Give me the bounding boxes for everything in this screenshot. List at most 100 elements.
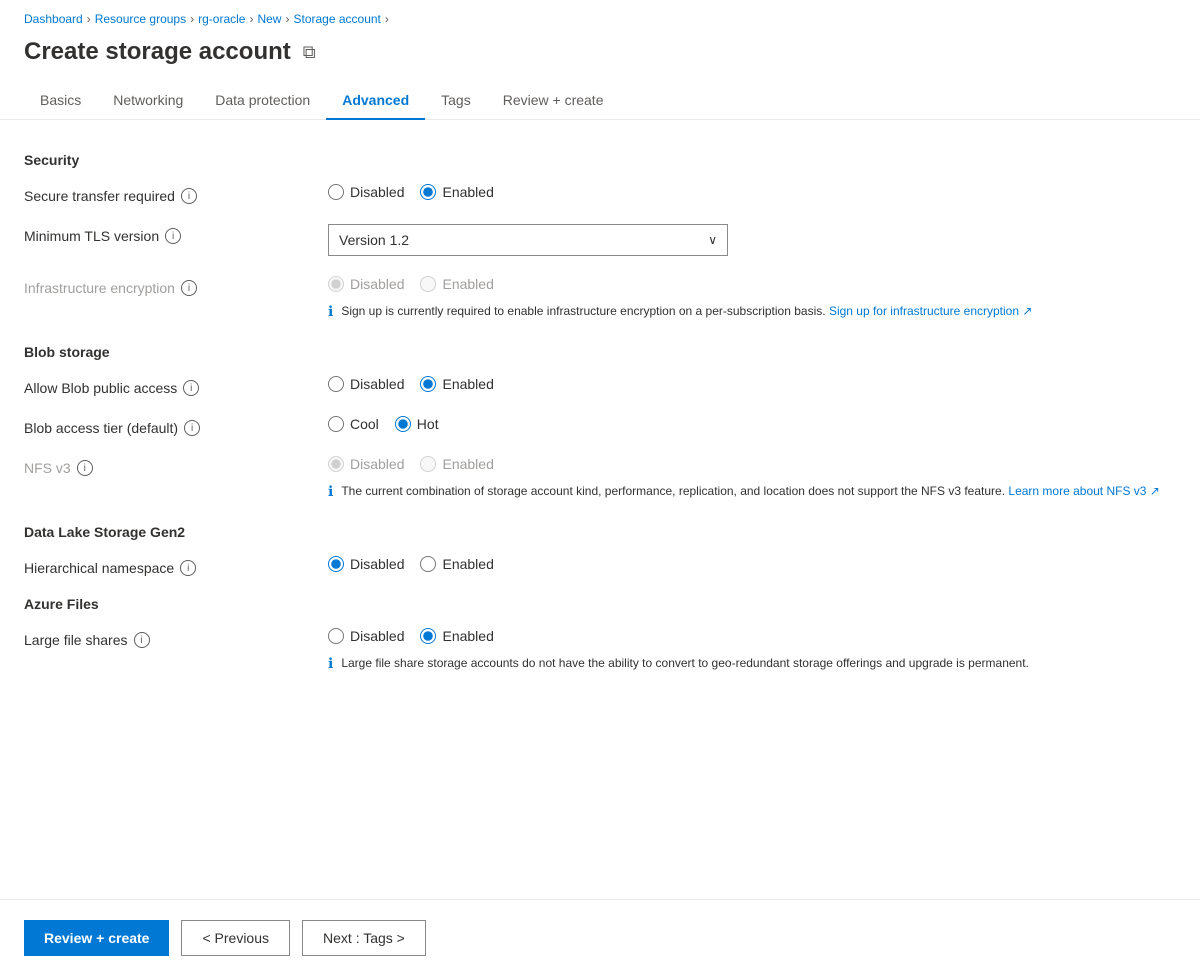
infra-encryption-enabled-radio[interactable] <box>420 276 436 292</box>
page-title: Create storage account <box>24 38 291 66</box>
secure-transfer-enabled-option[interactable]: Enabled <box>420 184 493 200</box>
security-section: Security Secure transfer required i Disa… <box>24 152 1176 324</box>
infra-encryption-signup-link[interactable]: Sign up for infrastructure encryption ↗ <box>829 304 1032 318</box>
infra-encryption-label: Infrastructure encryption i <box>24 276 304 296</box>
secure-transfer-disabled-option[interactable]: Disabled <box>328 184 404 200</box>
tab-review-create[interactable]: Review + create <box>487 82 620 120</box>
blob-access-tier-hot-option[interactable]: Hot <box>395 416 439 432</box>
blob-access-tier-cool-option[interactable]: Cool <box>328 416 379 432</box>
large-file-shares-msg-text: Large file share storage accounts do not… <box>341 656 1029 670</box>
blob-access-tier-control: Cool Hot <box>328 416 1176 432</box>
data-lake-section-title: Data Lake Storage Gen2 <box>24 524 1176 540</box>
blob-public-access-disabled-radio[interactable] <box>328 376 344 392</box>
large-file-shares-disabled-option[interactable]: Disabled <box>328 628 404 644</box>
page-wrapper: Dashboard › Resource groups › rg-oracle … <box>0 0 1200 976</box>
infra-encryption-disabled-option[interactable]: Disabled <box>328 276 404 292</box>
data-lake-section: Data Lake Storage Gen2 Hierarchical name… <box>24 524 1176 576</box>
min-tls-control: Version 1.2 ∨ <box>328 224 1176 256</box>
breadcrumb-new[interactable]: New <box>257 12 281 26</box>
next-button[interactable]: Next : Tags > <box>302 920 426 956</box>
tab-tags[interactable]: Tags <box>425 82 487 120</box>
min-tls-dropdown-value: Version 1.2 <box>339 232 409 248</box>
hierarchical-namespace-enabled-option[interactable]: Enabled <box>420 556 493 572</box>
nfs-v3-info-icon[interactable]: i <box>77 460 93 476</box>
nfs-v3-radio-group: Disabled Enabled <box>328 456 1160 472</box>
nfs-v3-label: NFS v3 i <box>24 456 304 476</box>
blob-public-access-info-icon[interactable]: i <box>183 380 199 396</box>
breadcrumb-resource-groups[interactable]: Resource groups <box>95 12 186 26</box>
large-file-shares-enabled-option[interactable]: Enabled <box>420 628 493 644</box>
previous-button[interactable]: < Previous <box>181 920 290 956</box>
nfs-v3-disabled-option[interactable]: Disabled <box>328 456 404 472</box>
nfs-v3-control: Disabled Enabled ℹ The current combinati… <box>328 456 1160 504</box>
large-file-shares-info-message: ℹ Large file share storage accounts do n… <box>328 654 1029 672</box>
blob-public-access-enabled-option[interactable]: Enabled <box>420 376 493 392</box>
min-tls-row: Minimum TLS version i Version 1.2 ∨ <box>24 224 1176 256</box>
info-circle-icon-nfs: ℹ <box>328 483 333 500</box>
secure-transfer-label: Secure transfer required i <box>24 184 304 204</box>
nfs-v3-enabled-option[interactable]: Enabled <box>420 456 493 472</box>
tab-networking[interactable]: Networking <box>97 82 199 120</box>
min-tls-label: Minimum TLS version i <box>24 224 304 244</box>
hierarchical-namespace-info-icon[interactable]: i <box>180 560 196 576</box>
secure-transfer-info-icon[interactable]: i <box>181 188 197 204</box>
nfs-v3-info-message: ℹ The current combination of storage acc… <box>328 482 1160 500</box>
large-file-shares-disabled-radio[interactable] <box>328 628 344 644</box>
breadcrumb-dashboard[interactable]: Dashboard <box>24 12 83 26</box>
blob-public-access-enabled-radio[interactable] <box>420 376 436 392</box>
large-file-shares-radio-group: Disabled Enabled <box>328 628 1029 644</box>
nfs-v3-msg-text: The current combination of storage accou… <box>341 484 1005 498</box>
secure-transfer-control: Disabled Enabled <box>328 184 1176 200</box>
min-tls-dropdown[interactable]: Version 1.2 ∨ <box>328 224 728 256</box>
large-file-shares-enabled-radio[interactable] <box>420 628 436 644</box>
chevron-down-icon: ∨ <box>708 233 717 247</box>
tabs-container: Basics Networking Data protection Advanc… <box>0 82 1200 120</box>
tab-data-protection[interactable]: Data protection <box>199 82 326 120</box>
info-circle-icon: ℹ <box>328 303 333 320</box>
footer: Review + create < Previous Next : Tags > <box>0 899 1200 976</box>
hierarchical-namespace-row: Hierarchical namespace i Disabled Enable… <box>24 556 1176 576</box>
tab-advanced[interactable]: Advanced <box>326 82 425 120</box>
tab-basics[interactable]: Basics <box>24 82 97 120</box>
info-circle-icon-lfs: ℹ <box>328 655 333 672</box>
large-file-shares-info-icon[interactable]: i <box>134 632 150 648</box>
hierarchical-namespace-label: Hierarchical namespace i <box>24 556 304 576</box>
secure-transfer-row: Secure transfer required i Disabled Enab… <box>24 184 1176 204</box>
breadcrumb-sep-1: › <box>87 12 91 26</box>
breadcrumb-rg-oracle[interactable]: rg-oracle <box>198 12 245 26</box>
infra-encryption-enabled-option[interactable]: Enabled <box>420 276 493 292</box>
nfs-v3-learn-more-link[interactable]: Learn more about NFS v3 ↗ <box>1008 484 1159 498</box>
blob-access-tier-hot-radio[interactable] <box>395 416 411 432</box>
secure-transfer-disabled-radio[interactable] <box>328 184 344 200</box>
blob-public-access-disabled-option[interactable]: Disabled <box>328 376 404 392</box>
infra-encryption-info-icon[interactable]: i <box>181 280 197 296</box>
large-file-shares-label: Large file shares i <box>24 628 304 648</box>
large-file-shares-control: Disabled Enabled ℹ Large file share stor… <box>328 628 1029 676</box>
page-title-row: Create storage account ⧉ <box>0 34 1200 82</box>
hierarchical-namespace-disabled-option[interactable]: Disabled <box>328 556 404 572</box>
blob-storage-section-title: Blob storage <box>24 344 1176 360</box>
breadcrumb: Dashboard › Resource groups › rg-oracle … <box>0 0 1200 34</box>
security-section-title: Security <box>24 152 1176 168</box>
blob-access-tier-cool-radio[interactable] <box>328 416 344 432</box>
nfs-v3-disabled-radio[interactable] <box>328 456 344 472</box>
infra-encryption-info-message: ℹ Sign up is currently required to enabl… <box>328 302 1032 320</box>
copy-icon[interactable]: ⧉ <box>303 42 316 63</box>
infra-encryption-row: Infrastructure encryption i Disabled Ena… <box>24 276 1176 324</box>
breadcrumb-sep-5: › <box>385 12 389 26</box>
hierarchical-namespace-control: Disabled Enabled <box>328 556 1176 572</box>
blob-access-tier-info-icon[interactable]: i <box>184 420 200 436</box>
min-tls-info-icon[interactable]: i <box>165 228 181 244</box>
blob-storage-section: Blob storage Allow Blob public access i … <box>24 344 1176 504</box>
hierarchical-namespace-enabled-radio[interactable] <box>420 556 436 572</box>
breadcrumb-storage-account: Storage account <box>293 12 380 26</box>
blob-public-access-control: Disabled Enabled <box>328 376 1176 392</box>
infra-encryption-disabled-radio[interactable] <box>328 276 344 292</box>
hierarchical-namespace-disabled-radio[interactable] <box>328 556 344 572</box>
infra-encryption-control: Disabled Enabled ℹ Sign up is currently … <box>328 276 1032 324</box>
nfs-v3-enabled-radio[interactable] <box>420 456 436 472</box>
review-create-button[interactable]: Review + create <box>24 920 169 956</box>
infra-encryption-msg-text: Sign up is currently required to enable … <box>341 304 825 318</box>
secure-transfer-enabled-radio[interactable] <box>420 184 436 200</box>
blob-access-tier-row: Blob access tier (default) i Cool Hot <box>24 416 1176 436</box>
